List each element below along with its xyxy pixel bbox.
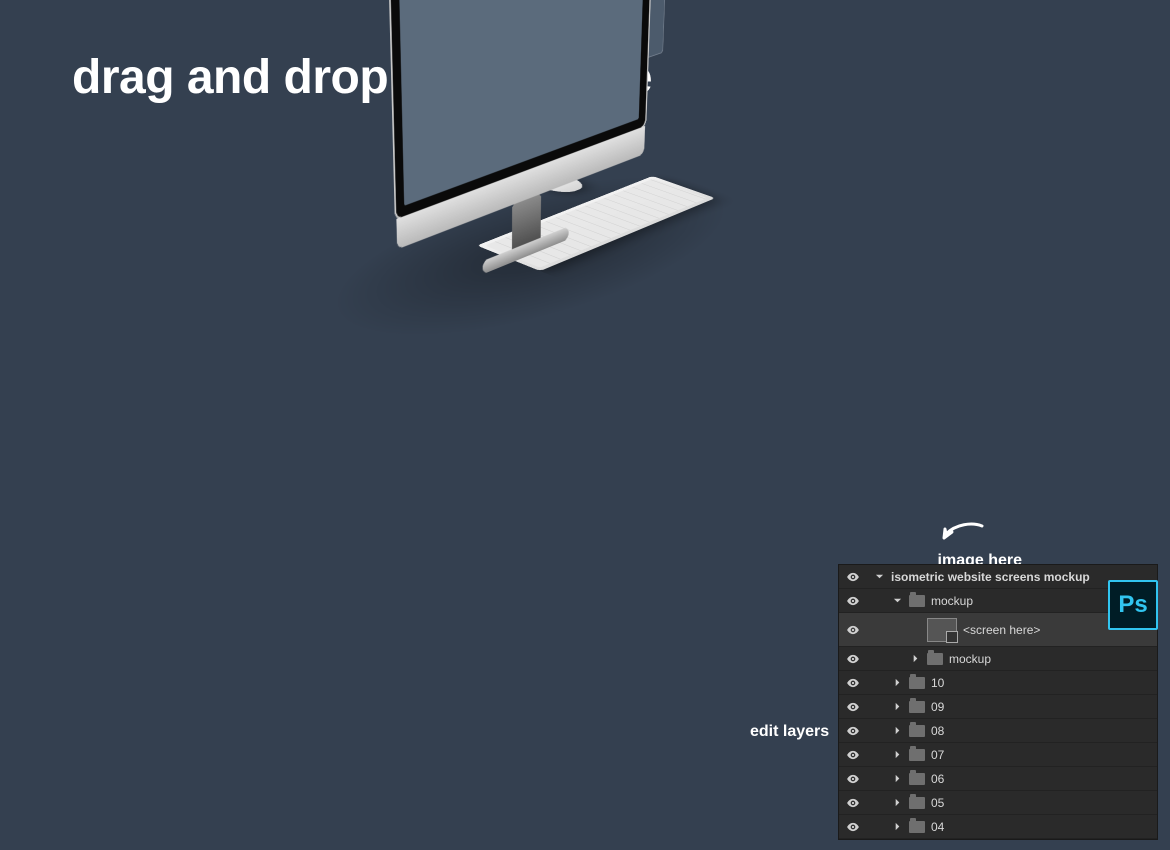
annotation-image-here: image here <box>938 520 1022 570</box>
layer-label[interactable]: 07 <box>931 748 1151 762</box>
smart-object-thumb-icon <box>927 618 957 642</box>
visibility-eye-icon[interactable] <box>845 676 861 690</box>
chevron-right-icon[interactable] <box>891 822 903 831</box>
visibility-eye-icon[interactable] <box>845 594 861 608</box>
layer-label[interactable]: 05 <box>931 796 1151 810</box>
chevron-right-icon[interactable] <box>891 750 903 759</box>
visibility-eye-icon[interactable] <box>845 820 861 834</box>
layer-label[interactable]: 06 <box>931 772 1151 786</box>
chevron-right-icon[interactable] <box>891 726 903 735</box>
visibility-eye-icon[interactable] <box>845 623 861 637</box>
layer-row[interactable]: mockup <box>839 647 1157 671</box>
visibility-eye-icon[interactable] <box>845 700 861 714</box>
folder-icon <box>909 821 925 833</box>
mockup-scene <box>50 150 950 850</box>
visibility-eye-icon[interactable] <box>845 724 861 738</box>
chevron-right-icon[interactable] <box>909 654 921 663</box>
visibility-eye-icon[interactable] <box>845 796 861 810</box>
layer-row[interactable]: 08 <box>839 719 1157 743</box>
visibility-eye-icon[interactable] <box>845 652 861 666</box>
layer-label[interactable]: 04 <box>931 820 1151 834</box>
layer-label[interactable]: 09 <box>931 700 1151 714</box>
folder-icon <box>909 749 925 761</box>
annotation-edit-layers-label: edit layers <box>750 723 829 741</box>
layer-row[interactable]: 05 <box>839 791 1157 815</box>
photoshop-badge-icon: Ps <box>1108 580 1158 630</box>
visibility-eye-icon[interactable] <box>845 772 861 786</box>
layer-label[interactable]: mockup <box>949 652 1151 666</box>
chevron-right-icon[interactable] <box>891 702 903 711</box>
folder-icon <box>909 595 925 607</box>
visibility-eye-icon[interactable] <box>845 570 861 584</box>
folder-icon <box>927 653 943 665</box>
chevron-right-icon[interactable] <box>891 774 903 783</box>
layer-row[interactable]: 07 <box>839 743 1157 767</box>
folder-icon <box>909 797 925 809</box>
folder-icon <box>909 701 925 713</box>
layer-row[interactable]: 06 <box>839 767 1157 791</box>
layer-label[interactable]: 10 <box>931 676 1151 690</box>
folder-icon <box>909 773 925 785</box>
visibility-eye-icon[interactable] <box>845 748 861 762</box>
folder-icon <box>909 677 925 689</box>
layer-label[interactable]: 08 <box>931 724 1151 738</box>
chevron-right-icon[interactable] <box>891 798 903 807</box>
chevron-down-icon[interactable] <box>891 596 903 605</box>
layer-row[interactable]: 09 <box>839 695 1157 719</box>
layer-row[interactable]: 04 <box>839 815 1157 839</box>
layer-row[interactable]: 10 <box>839 671 1157 695</box>
arrow-left-icon <box>938 520 1022 546</box>
folder-icon <box>909 725 925 737</box>
chevron-down-icon[interactable] <box>873 572 885 581</box>
chevron-right-icon[interactable] <box>891 678 903 687</box>
